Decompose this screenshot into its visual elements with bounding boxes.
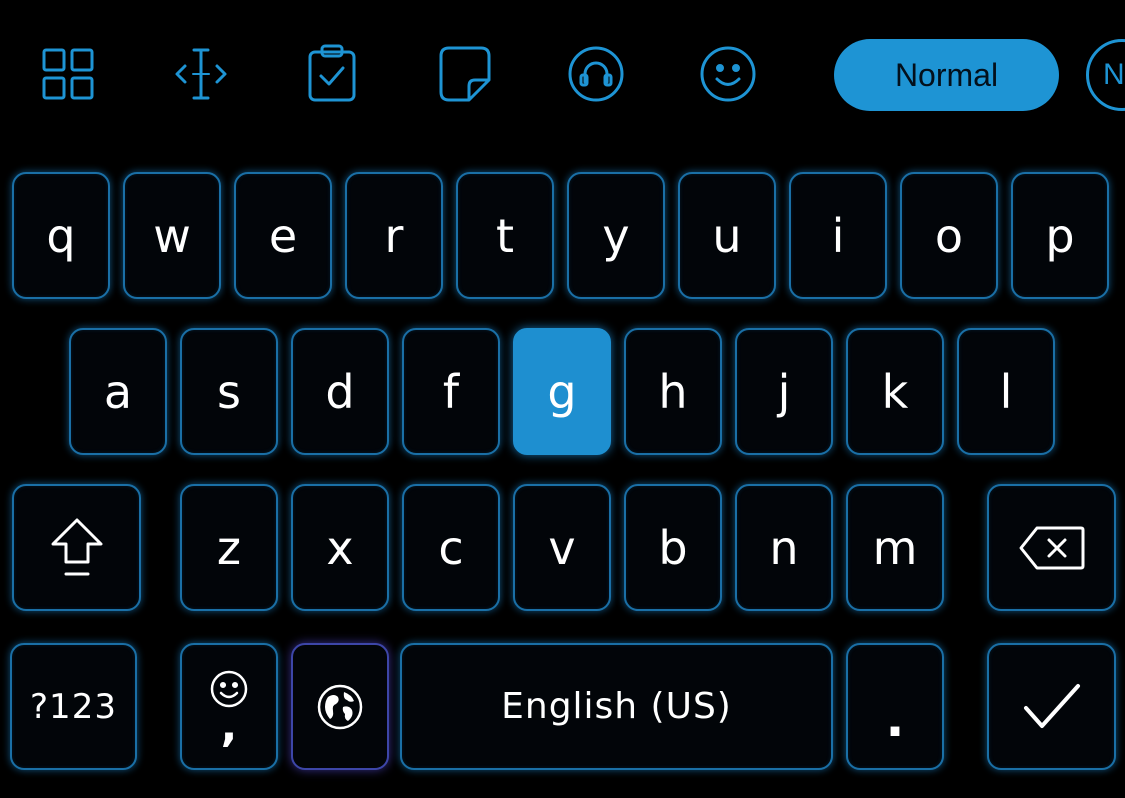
key-e[interactable]: e	[234, 172, 332, 299]
period-key[interactable]: .	[846, 643, 944, 770]
key-label: s	[217, 364, 241, 419]
comma-key[interactable]: ,	[180, 643, 278, 770]
key-j[interactable]: j	[735, 328, 833, 455]
backspace-icon	[1019, 526, 1084, 569]
key-label: b	[658, 520, 688, 575]
checkmark-icon	[1023, 683, 1080, 728]
key-label: l	[999, 364, 1013, 419]
key-label: m	[872, 520, 918, 575]
key-i[interactable]: i	[789, 172, 887, 299]
key-label: p	[1045, 208, 1075, 263]
key-y[interactable]: y	[567, 172, 665, 299]
space-label: English (US)	[501, 685, 732, 727]
symbols-key[interactable]: ?123	[10, 643, 137, 770]
key-label: j	[777, 364, 791, 419]
key-label: g	[547, 364, 577, 419]
key-v[interactable]: v	[513, 484, 611, 611]
key-label: u	[712, 208, 742, 263]
key-label: x	[326, 520, 354, 575]
key-label: h	[658, 364, 688, 419]
key-label: k	[881, 364, 909, 419]
sticky-note-icon[interactable]	[435, 44, 495, 104]
key-label: y	[602, 208, 630, 263]
key-label: o	[934, 208, 964, 263]
key-o[interactable]: o	[900, 172, 998, 299]
key-q[interactable]: q	[12, 172, 110, 299]
key-label: w	[153, 208, 191, 263]
headphones-icon[interactable]	[566, 44, 626, 104]
key-f[interactable]: f	[402, 328, 500, 455]
shift-key[interactable]	[12, 484, 141, 611]
key-g[interactable]: g	[513, 328, 611, 455]
key-label: e	[268, 208, 298, 263]
key-label: c	[438, 520, 464, 575]
key-d[interactable]: d	[291, 328, 389, 455]
key-label: v	[548, 520, 576, 575]
key-label: n	[769, 520, 799, 575]
key-a[interactable]: a	[69, 328, 167, 455]
key-l[interactable]: l	[957, 328, 1055, 455]
grid-icon[interactable]	[40, 44, 100, 104]
key-c[interactable]: c	[402, 484, 500, 611]
key-h[interactable]: h	[624, 328, 722, 455]
backspace-key[interactable]	[987, 484, 1116, 611]
key-r[interactable]: r	[345, 172, 443, 299]
key-m[interactable]: m	[846, 484, 944, 611]
shift-icon	[51, 518, 102, 575]
language-key[interactable]	[291, 643, 389, 770]
key-label: i	[831, 208, 845, 263]
key-b[interactable]: b	[624, 484, 722, 611]
globe-icon	[317, 684, 363, 729]
key-k[interactable]: k	[846, 328, 944, 455]
key-w[interactable]: w	[123, 172, 221, 299]
smiley-icon[interactable]	[698, 44, 758, 104]
next-mode-button[interactable]: N	[1086, 39, 1125, 111]
key-label: a	[103, 364, 133, 419]
clipboard-icon[interactable]	[302, 44, 362, 104]
mode-normal-button[interactable]: Normal	[834, 39, 1059, 111]
key-label: r	[384, 208, 404, 263]
text-cursor-icon[interactable]	[171, 44, 231, 104]
key-label: ,	[220, 700, 238, 752]
key-z[interactable]: z	[180, 484, 278, 611]
enter-key[interactable]	[987, 643, 1116, 770]
key-label: .	[885, 689, 905, 748]
key-t[interactable]: t	[456, 172, 554, 299]
key-label: t	[495, 208, 515, 263]
key-label: ?123	[30, 686, 117, 727]
key-n[interactable]: n	[735, 484, 833, 611]
key-label: d	[325, 364, 355, 419]
key-label: f	[442, 364, 460, 419]
key-p[interactable]: p	[1011, 172, 1109, 299]
key-s[interactable]: s	[180, 328, 278, 455]
key-u[interactable]: u	[678, 172, 776, 299]
key-label: q	[46, 208, 76, 263]
key-x[interactable]: x	[291, 484, 389, 611]
keyboard-toolbar: Normal N	[0, 0, 1125, 150]
key-label: z	[216, 520, 242, 575]
space-key[interactable]: English (US)	[400, 643, 833, 770]
